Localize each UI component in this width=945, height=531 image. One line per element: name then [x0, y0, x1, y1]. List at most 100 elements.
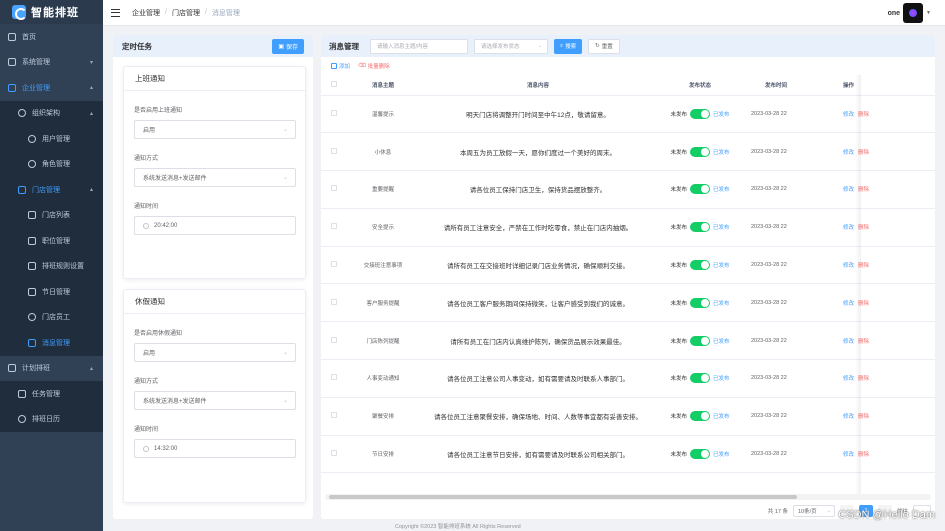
sidebar-item-enterprise[interactable]: 企业管理 ▴: [0, 75, 103, 101]
edit-button[interactable]: 修改: [843, 187, 854, 193]
user-menu[interactable]: one ▼: [888, 3, 931, 23]
logo-icon: [12, 5, 27, 20]
select-all-checkbox[interactable]: [321, 75, 347, 96]
delete-button[interactable]: 删除: [858, 187, 869, 193]
sidebar-item-tasks[interactable]: 任务管理: [0, 381, 103, 407]
publish-time: 2023-03-28 22: [743, 208, 833, 247]
leave-enable-select[interactable]: 启用 ⌄: [134, 343, 296, 362]
edit-button[interactable]: 修改: [843, 376, 854, 382]
avatar[interactable]: [903, 3, 924, 23]
publish-switch[interactable]: [690, 108, 710, 119]
delete-button[interactable]: 删除: [858, 150, 869, 156]
status-select[interactable]: 请选择发布状态 ⌄: [474, 38, 548, 54]
user-icon: [28, 134, 36, 143]
publish-switch[interactable]: [690, 297, 710, 308]
chevron-down-icon: ▾: [89, 59, 93, 66]
sidebar-item-store[interactable]: 门店管理 ▴: [0, 177, 103, 203]
horizontal-scrollbar[interactable]: [325, 494, 931, 500]
edit-button[interactable]: 修改: [843, 452, 854, 458]
batch-delete-button[interactable]: ⌫ 批量删除: [358, 62, 390, 70]
edit-button[interactable]: 修改: [843, 301, 854, 307]
reset-button[interactable]: ↻ 重置: [588, 38, 620, 54]
delete-button[interactable]: 删除: [858, 263, 869, 269]
delete-button[interactable]: 删除: [858, 376, 869, 382]
edit-button[interactable]: 修改: [843, 225, 854, 231]
work-enable-select[interactable]: 启用 ⌄: [134, 120, 296, 139]
delete-button[interactable]: 删除: [858, 452, 869, 458]
table-row: 温馨提示 明天门店将调整开门时间至中午12点，敬请留意。 未发布 已发布 2023-03…: [321, 95, 935, 134]
sidebar-item-staff[interactable]: 门店员工: [0, 304, 103, 330]
page-size-select[interactable]: 10条/页 ⌄: [792, 504, 835, 517]
publish-switch[interactable]: [690, 222, 710, 233]
work-time-picker[interactable]: 20:42:00: [134, 216, 296, 235]
edit-button[interactable]: 修改: [843, 414, 854, 420]
edit-button[interactable]: 修改: [843, 263, 854, 269]
panel-header: 定时任务 ▣ 保存: [113, 35, 313, 57]
chevron-down-icon: ⌄: [826, 507, 831, 514]
publish-switch[interactable]: [690, 146, 710, 157]
sidebar-item-org[interactable]: 组织架构 ▴: [0, 100, 103, 126]
delete-button[interactable]: 删除: [858, 414, 869, 420]
add-button[interactable]: 添加: [331, 62, 350, 70]
hamburger-icon[interactable]: [111, 8, 120, 17]
publish-time: 2023-03-28 22: [743, 283, 833, 323]
logo[interactable]: 智能排班: [0, 0, 103, 24]
sidebar-item-store-list[interactable]: 门店列表: [0, 202, 103, 228]
message-table: 消息主题 消息内容 发布状态 发布时间 操作 温馨提示 明天门店将调整开门时间至中…: [321, 75, 935, 474]
sidebar-item-messages[interactable]: 消息管理: [0, 330, 103, 356]
message-content: 请所有员工在门店内认真维护陈列，确保货品展示效果最佳。: [419, 321, 657, 361]
list-icon: [28, 211, 36, 220]
row-checkbox[interactable]: [321, 170, 347, 209]
breadcrumb-item[interactable]: 企业管理: [132, 8, 160, 18]
edit-button[interactable]: 修改: [843, 339, 854, 345]
row-checkbox[interactable]: [321, 208, 347, 247]
delete-button[interactable]: 删除: [858, 112, 869, 118]
row-checkbox[interactable]: [321, 435, 347, 474]
edit-button[interactable]: 修改: [843, 112, 854, 118]
row-actions: 修改 删除: [833, 132, 935, 172]
sidebar-item-system[interactable]: 系统管理 ▾: [0, 49, 103, 75]
role-icon: [28, 160, 36, 169]
publish-time: 2023-03-28 22: [743, 246, 833, 285]
search-input[interactable]: 请输入消息主题/内容: [370, 38, 468, 54]
sidebar-item-users[interactable]: 用户管理: [0, 126, 103, 152]
row-checkbox[interactable]: [321, 397, 347, 436]
row-checkbox[interactable]: [321, 132, 347, 172]
status-on-label: 已发布: [713, 187, 730, 194]
scrollbar-thumb[interactable]: [329, 495, 797, 499]
chevron-down-icon: ⌄: [282, 350, 288, 356]
leave-method-select[interactable]: 系统发送消息+发送邮件 ⌄: [134, 391, 296, 410]
publish-switch[interactable]: [690, 373, 710, 384]
sidebar-item-holidays[interactable]: 节日管理: [0, 279, 103, 305]
search-button[interactable]: ⌕ 搜索: [554, 38, 583, 54]
breadcrumb-item[interactable]: 门店管理: [172, 8, 200, 18]
publish-switch[interactable]: [690, 184, 710, 195]
row-checkbox[interactable]: [321, 246, 347, 285]
publish-switch[interactable]: [690, 335, 710, 346]
sidebar-item-plan[interactable]: 计划排班 ▴: [0, 355, 103, 381]
row-checkbox[interactable]: [321, 321, 347, 361]
delete-button[interactable]: 删除: [858, 301, 869, 307]
sidebar-item-calendar[interactable]: 排班日历: [0, 406, 103, 432]
save-button[interactable]: ▣ 保存: [272, 38, 304, 54]
edit-button[interactable]: 修改: [843, 150, 854, 156]
delete-button[interactable]: 删除: [858, 339, 869, 345]
status-on-label: 已发布: [713, 111, 730, 118]
publish-switch[interactable]: [690, 449, 710, 460]
sidebar-item-roles[interactable]: 角色管理: [0, 151, 103, 177]
footer: Copyright ©2023 智能排班系统 All Rights Reserv…: [395, 524, 521, 530]
work-method-select[interactable]: 系统发送消息+发送邮件 ⌄: [134, 168, 296, 187]
publish-status: 未发布 已发布: [657, 283, 743, 323]
row-checkbox[interactable]: [321, 95, 347, 134]
sidebar-item-rules[interactable]: 排班规则设置: [0, 253, 103, 279]
row-checkbox[interactable]: [321, 359, 347, 398]
sidebar-item-positions[interactable]: 职位管理: [0, 228, 103, 254]
publish-switch[interactable]: [690, 260, 710, 271]
message-icon: [28, 338, 36, 347]
row-checkbox[interactable]: [321, 283, 347, 323]
leave-time-picker[interactable]: 14:32:00: [134, 439, 296, 458]
field-label: 通知时间: [134, 204, 159, 210]
sidebar-item-home[interactable]: 首页: [0, 24, 103, 50]
publish-switch[interactable]: [690, 411, 710, 422]
delete-button[interactable]: 删除: [858, 225, 869, 231]
